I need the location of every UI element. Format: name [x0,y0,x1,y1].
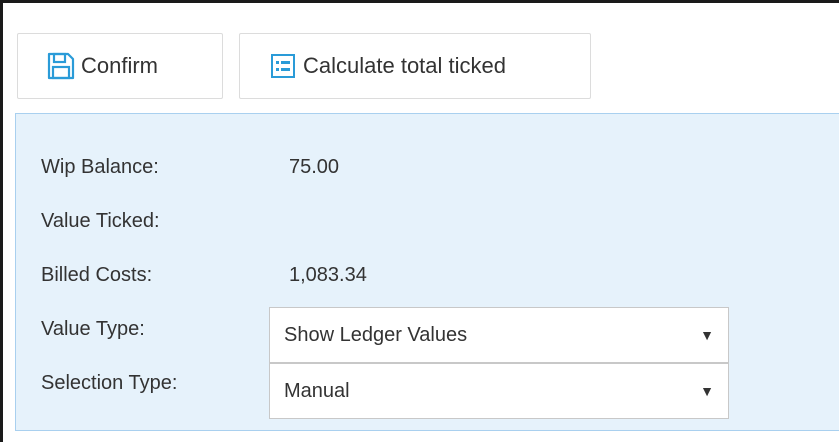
wip-balance-label: Wip Balance: [41,156,159,178]
calculate-button-label: Calculate total ticked [303,53,506,78]
selection-type-selected: Manual [284,379,350,402]
value-type-selected: Show Ledger Values [284,323,468,346]
confirm-button-label: Confirm [81,53,159,78]
floppy-disk-icon [45,50,77,82]
selection-type-select[interactable]: Manual ▼ [269,363,729,419]
billed-costs-label: Billed Costs: [41,264,153,286]
caret-down-icon: ▼ [700,327,714,343]
calculate-total-ticked-button[interactable]: Calculate total ticked [239,33,591,99]
selection-type-label: Selection Type: [41,372,178,394]
window-frame: Confirm Calculate total ticked Wip Balan… [0,0,839,442]
value-ticked-label: Value Ticked: [41,210,160,232]
summary-panel: Wip Balance: 75.00 Value Ticked: Billed … [15,113,839,431]
toolbar: Confirm Calculate total ticked [17,33,591,99]
value-type-label: Value Type: [41,318,145,340]
caret-down-icon: ▼ [700,383,714,399]
confirm-button[interactable]: Confirm [17,33,223,99]
value-type-select[interactable]: Show Ledger Values ▼ [269,307,729,363]
billed-costs-value: 1,083.34 [289,264,367,286]
wip-balance-value: 75.00 [289,156,340,178]
calculator-icon [267,50,299,82]
